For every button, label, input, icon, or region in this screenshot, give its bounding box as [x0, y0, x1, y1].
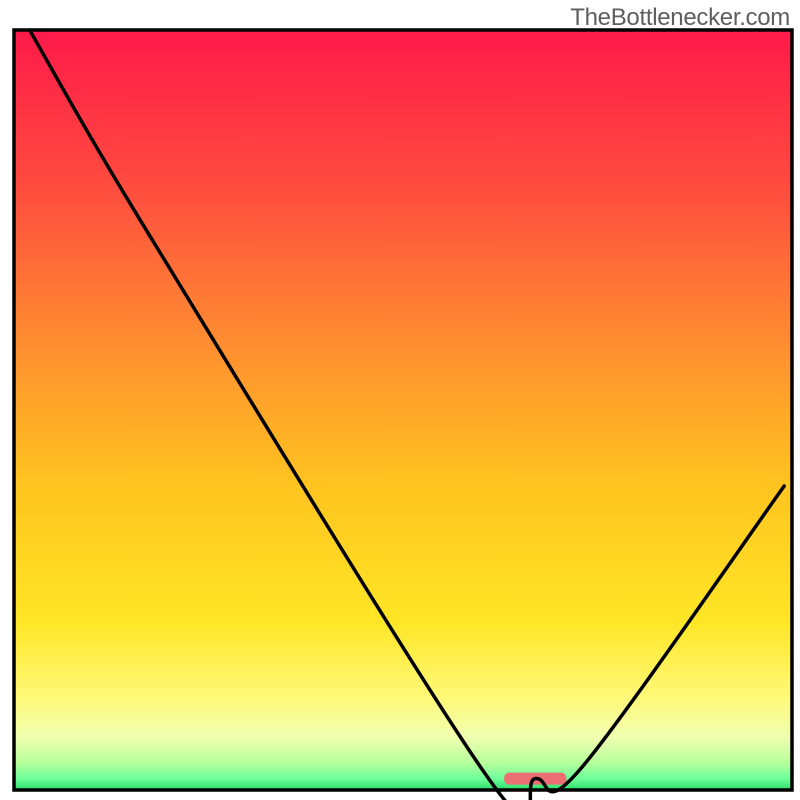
chart-container: TheBottlenecker.com: [0, 0, 800, 800]
watermark-text: TheBottlenecker.com: [570, 4, 790, 32]
bottleneck-chart: [0, 0, 800, 800]
gradient-bg: [14, 30, 792, 790]
